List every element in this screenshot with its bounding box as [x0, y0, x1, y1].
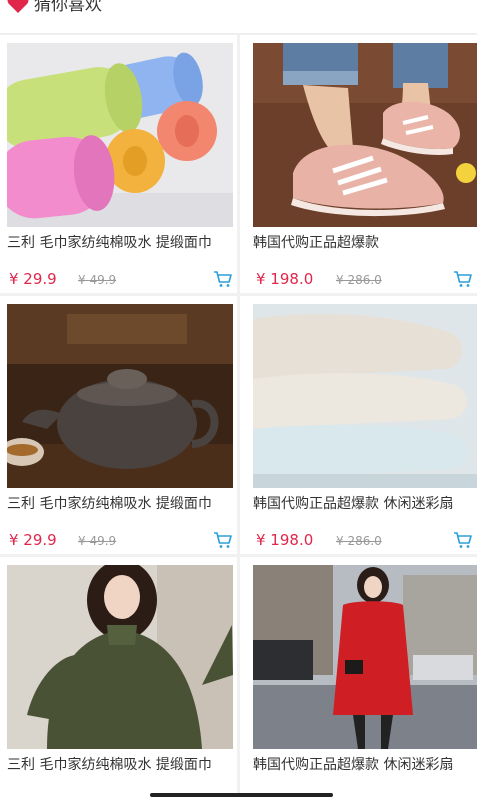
pink-sneakers-image [253, 43, 477, 227]
product-title: 三利 毛巾家纺纯棉吸水 提缎面巾 [7, 757, 212, 773]
product-price: ¥ 29.9 [9, 531, 57, 549]
product-original-price: ¥ 49.9 [78, 273, 117, 287]
cart-icon[interactable] [453, 270, 473, 288]
product-card[interactable]: 韩国代购正品超爆款 休闲迷彩扇 [240, 557, 477, 797]
product-title: 三利 毛巾家纺纯棉吸水 提缎面巾 [7, 235, 212, 251]
section-header: 猜你喜欢 [0, 0, 477, 34]
product-original-price: ¥ 286.0 [336, 273, 382, 287]
product-card[interactable]: 三利 毛巾家纺纯棉吸水 提缎面巾 ¥ 29.9 ¥ 49.9 [0, 296, 237, 554]
teapot-image [7, 304, 233, 488]
red-coat-image [253, 565, 477, 749]
product-image[interactable] [253, 43, 477, 227]
product-image[interactable] [7, 304, 233, 488]
cart-icon[interactable] [453, 531, 473, 549]
product-card[interactable]: 韩国代购正品超爆款 ¥ 198.0 ¥ 286.0 [240, 35, 477, 293]
product-title: 三利 毛巾家纺纯棉吸水 提缎面巾 [7, 496, 212, 512]
product-price: ¥ 198.0 [256, 270, 314, 288]
product-card[interactable]: 韩国代购正品超爆款 休闲迷彩扇 ¥ 198.0 ¥ 286.0 [240, 296, 477, 554]
heart-icon [7, 0, 29, 13]
white-towels-image [253, 304, 477, 488]
product-title: 韩国代购正品超爆款 [253, 235, 379, 251]
product-price: ¥ 29.9 [9, 270, 57, 288]
section-title: 猜你喜欢 [34, 0, 102, 15]
product-original-price: ¥ 286.0 [336, 534, 382, 548]
product-image[interactable] [7, 43, 233, 227]
product-card[interactable]: 三利 毛巾家纺纯棉吸水 提缎面巾 ¥ 29.9 ¥ 49.9 [0, 35, 237, 293]
product-original-price: ¥ 49.9 [78, 534, 117, 548]
green-sweater-image [7, 565, 233, 749]
product-image[interactable] [253, 565, 477, 749]
product-price: ¥ 198.0 [256, 531, 314, 549]
product-card[interactable]: 三利 毛巾家纺纯棉吸水 提缎面巾 [0, 557, 237, 797]
product-title: 韩国代购正品超爆款 休闲迷彩扇 [253, 496, 454, 512]
cart-icon[interactable] [213, 270, 233, 288]
home-indicator[interactable] [150, 793, 333, 797]
towel-rolls-image [7, 43, 233, 227]
product-image[interactable] [253, 304, 477, 488]
product-image[interactable] [7, 565, 233, 749]
cart-icon[interactable] [213, 531, 233, 549]
product-title: 韩国代购正品超爆款 休闲迷彩扇 [253, 757, 454, 773]
